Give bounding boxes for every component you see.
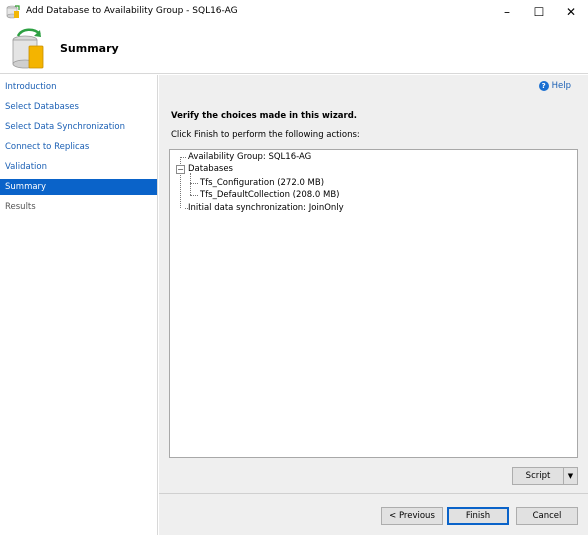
wizard-sidebar: Introduction Select Databases Select Dat… [0,75,158,535]
page-title: Summary [60,42,119,55]
title-bar: Add Database to Availability Group - SQL… [0,0,588,24]
summary-subheading: Click Finish to perform the following ac… [171,130,360,140]
sidebar-item-connect-to-replicas[interactable]: Connect to Replicas [0,139,157,155]
window-title: Add Database to Availability Group - SQL… [26,6,238,16]
summary-tree[interactable]: Availability Group: SQL16-AG − Databases… [169,149,578,458]
database-app-icon [6,5,20,19]
chevron-down-icon[interactable]: ▼ [564,468,577,484]
cancel-button[interactable]: Cancel [516,507,578,525]
tree-node-database[interactable]: Tfs_Configuration (272.0 MB) [200,177,324,189]
collapse-icon[interactable]: − [176,165,185,174]
finish-button[interactable]: Finish [447,507,509,525]
minimize-button[interactable]: – [489,0,525,24]
tree-connector [190,195,198,196]
tree-node-initial-sync[interactable]: Initial data synchronization: JoinOnly [188,202,344,214]
summary-panel: ? Help Verify the choices made in this w… [159,75,588,535]
database-wizard-icon [12,28,44,69]
script-button[interactable]: Script [513,468,564,484]
tree-node-database[interactable]: Tfs_DefaultCollection (208.0 MB) [200,189,340,201]
sidebar-item-introduction[interactable]: Introduction [0,79,157,95]
tree-connector [190,173,191,195]
script-split-button[interactable]: Script ▼ [512,467,578,485]
summary-heading: Verify the choices made in this wizard. [171,111,358,121]
question-icon: ? [538,81,549,91]
help-label: Help [551,81,571,91]
close-button[interactable]: ✕ [553,0,588,24]
tree-node-databases[interactable]: Databases [188,163,233,175]
previous-button[interactable]: < Previous [381,507,443,525]
sidebar-item-summary[interactable]: Summary [0,179,157,195]
help-link[interactable]: ? Help [538,81,571,91]
sidebar-item-results: Results [5,202,36,212]
wizard-header: Summary [0,24,588,74]
footer-divider [159,493,588,494]
tree-node-availability-group[interactable]: Availability Group: SQL16-AG [188,151,311,163]
maximize-button[interactable]: ☐ [521,0,557,24]
sidebar-item-validation[interactable]: Validation [0,159,157,175]
tree-connector [190,183,198,184]
tree-connector [180,157,186,158]
sidebar-item-select-databases[interactable]: Select Databases [0,99,157,115]
sidebar-item-select-data-synchronization[interactable]: Select Data Synchronization [0,119,157,135]
